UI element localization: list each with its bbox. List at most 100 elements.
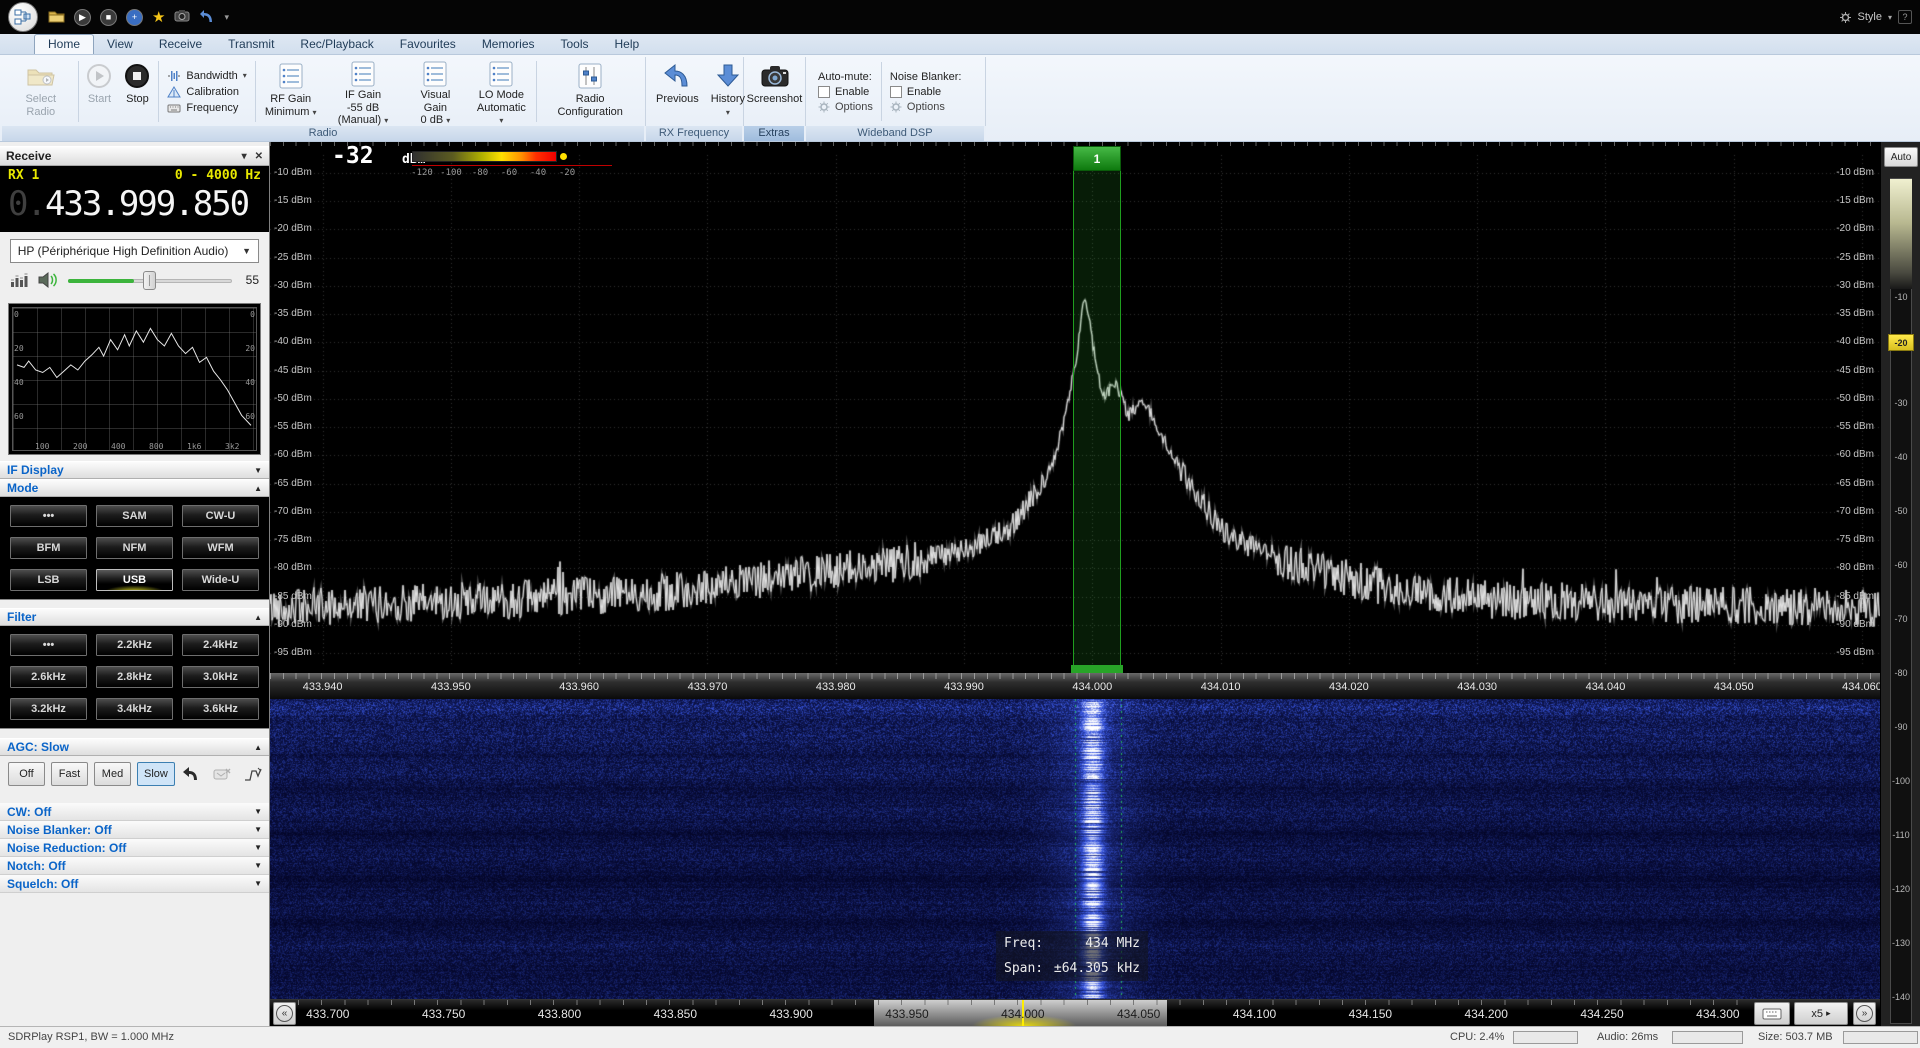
gain-dropdown-button[interactable]: LO Mode Automatic ▾	[468, 58, 534, 125]
nav-zoom-button[interactable]: x5 ▸	[1794, 1002, 1848, 1025]
if-display-section-header[interactable]: IF Display ▼	[0, 461, 269, 479]
stop-button[interactable]: Stop	[118, 58, 156, 125]
mode-button[interactable]: Wide-U	[181, 568, 260, 592]
spectrum-frequency-scale[interactable]: 433.940 433.950 433.960 433.970 433.980 433.9…	[270, 673, 1882, 699]
volume-slider-thumb[interactable]	[143, 271, 157, 290]
tab-favourites[interactable]: Favourites	[387, 35, 469, 54]
filter-button[interactable]: 3.6kHz	[181, 697, 260, 721]
noiseblanker-enable[interactable]: Enable	[889, 85, 962, 98]
mode-button[interactable]: LSB	[9, 568, 88, 592]
vfo-filter-band[interactable]	[1073, 171, 1121, 665]
mode-button[interactable]: •••	[9, 504, 88, 528]
nav-keyboard-button[interactable]	[1754, 1002, 1790, 1025]
filter-button[interactable]: 3.2kHz	[9, 697, 88, 721]
mode-button[interactable]: CW-U	[181, 504, 260, 528]
chevron-up-icon: ▲	[254, 742, 262, 752]
nav-scroll-left-button[interactable]: «	[273, 1002, 296, 1025]
start-button[interactable]: Start	[80, 58, 118, 125]
mode-button[interactable]: USB	[95, 568, 174, 592]
contrast-slider-handle[interactable]: -20	[1888, 334, 1914, 351]
play-icon[interactable]: ▶	[74, 8, 91, 26]
gain-dropdown-button[interactable]: Visual Gain 0 dB ▾	[402, 58, 468, 126]
panel-collapse-icon[interactable]: ▾	[242, 151, 247, 162]
noiseblanker-options[interactable]: Options	[890, 101, 962, 113]
tab-help[interactable]: Help	[602, 35, 653, 54]
dsp-section-row[interactable]: Noise Reduction: Off ▼	[0, 839, 269, 857]
agc-button[interactable]: Med	[94, 762, 131, 786]
qat-dropdown-icon[interactable]: ▾	[224, 12, 229, 22]
vfo-marker-tab[interactable]: 1	[1073, 146, 1121, 171]
style-gear-icon[interactable]	[1839, 11, 1852, 24]
undo-icon[interactable]	[199, 9, 215, 26]
filter-button[interactable]: 2.2kHz	[95, 633, 174, 657]
style-button-label[interactable]: Style	[1858, 11, 1882, 23]
open-folder-icon[interactable]	[48, 9, 65, 26]
calibration-button[interactable]: Calibration	[167, 86, 246, 98]
dsp-section-row[interactable]: Squelch: Off ▼	[0, 875, 269, 893]
tab-memories[interactable]: Memories	[469, 35, 548, 54]
filter-button[interactable]: 2.8kHz	[95, 665, 174, 689]
filter-button[interactable]: 2.4kHz	[181, 633, 260, 657]
style-caret-icon[interactable]: ▾	[1888, 13, 1892, 22]
filter-button[interactable]: 3.0kHz	[181, 665, 260, 689]
audio-device-select[interactable]: HP (Périphérique High Definition Audio) …	[10, 239, 259, 263]
frequency-display[interactable]: 0.433.999.850	[8, 184, 261, 224]
agc-button[interactable]: Slow	[137, 762, 175, 786]
volume-slider[interactable]	[68, 271, 232, 290]
mode-button[interactable]: BFM	[9, 536, 88, 560]
speaker-icon[interactable]	[37, 271, 59, 289]
spectrum-display[interactable]: -10 dBm -15 dBm -20 dBm -25 dBm -30 dBm -35 d…	[270, 142, 1882, 699]
tab-tools[interactable]: Tools	[548, 35, 602, 54]
filter-button[interactable]: •••	[9, 633, 88, 657]
tab-home[interactable]: Home	[34, 34, 95, 54]
filter-button[interactable]: 2.6kHz	[9, 665, 88, 689]
combo-caret-icon[interactable]: ▼	[235, 246, 258, 256]
favourite-star-icon[interactable]: ★	[152, 10, 165, 25]
mode-section-header[interactable]: Mode ▲	[0, 479, 269, 497]
gain-dropdown-button[interactable]: IF Gain -55 dB (Manual) ▾	[324, 58, 403, 126]
frequency-button[interactable]: Frequency	[167, 102, 246, 114]
dsp-section-row[interactable]: Noise Blanker: Off ▼	[0, 821, 269, 839]
bandwidth-button[interactable]: Bandwidth ▾	[167, 70, 247, 82]
gain-dropdown-button[interactable]: RF Gain Minimum ▾	[258, 58, 324, 125]
nav-scroll-right-button[interactable]: »	[1853, 1002, 1876, 1025]
tab-view[interactable]: View	[94, 35, 146, 54]
automute-enable[interactable]: Enable	[818, 85, 873, 98]
agc-button[interactable]: Off	[8, 762, 45, 786]
camera-icon[interactable]	[174, 9, 190, 25]
select-radio-button[interactable]: Select Radio	[6, 58, 76, 125]
tab-rec-playback[interactable]: Rec/Playback	[287, 35, 386, 54]
help-icon[interactable]: ?	[1898, 10, 1912, 24]
equalizer-icon[interactable]	[10, 272, 28, 288]
dsp-section-row[interactable]: Notch: Off ▼	[0, 857, 269, 875]
panel-close-icon[interactable]: ✕	[255, 151, 263, 162]
radio-configuration-button[interactable]: Radio Configuration	[539, 58, 641, 125]
mute-tag-icon[interactable]	[213, 767, 231, 781]
automute-options[interactable]: Options	[818, 101, 873, 113]
automute-enable-checkbox[interactable]	[818, 85, 830, 98]
app-menu-button[interactable]	[8, 2, 38, 32]
filter-section-header[interactable]: Filter ▲	[0, 608, 269, 626]
noiseblanker-enable-checkbox[interactable]	[889, 85, 902, 98]
frequency-navigation-bar[interactable]: 433.700 433.750 433.800 433.850 433.900 433.9…	[270, 999, 1880, 1026]
agc-section-header[interactable]: AGC: Slow ▲	[0, 738, 269, 756]
add-icon[interactable]: +	[126, 8, 143, 26]
filter-button[interactable]: 3.4kHz	[95, 697, 174, 721]
auto-contrast-button[interactable]: Auto	[1884, 147, 1918, 167]
dsp-section-row[interactable]: CW: Off ▼	[0, 803, 269, 821]
tab-transmit[interactable]: Transmit	[215, 35, 287, 54]
tab-receive[interactable]: Receive	[146, 35, 215, 54]
contrast-slider-track[interactable]	[1890, 178, 1912, 1024]
previous-button[interactable]: Previous	[650, 58, 705, 125]
mode-button[interactable]: SAM	[95, 504, 174, 528]
mode-button[interactable]: NFM	[95, 536, 174, 560]
mode-button[interactable]: WFM	[181, 536, 260, 560]
automute-label: Auto-mute:	[818, 70, 872, 83]
stop-icon[interactable]: ■	[100, 8, 117, 26]
waterfall-display[interactable]: Freq: 434 MHz Span: ±64.305 kHz	[270, 699, 1880, 999]
agc-button[interactable]: Fast	[51, 762, 88, 786]
screenshot-button[interactable]: Screenshot	[741, 58, 809, 125]
filter-button-panel: ••• 2.2kHz 2.4kHz 2.6kHz 2.8kHz 3.0kHz 3.2kHz 3…	[0, 626, 269, 729]
undo-step-icon[interactable]	[181, 766, 201, 782]
hang-graph-icon[interactable]	[243, 766, 263, 782]
